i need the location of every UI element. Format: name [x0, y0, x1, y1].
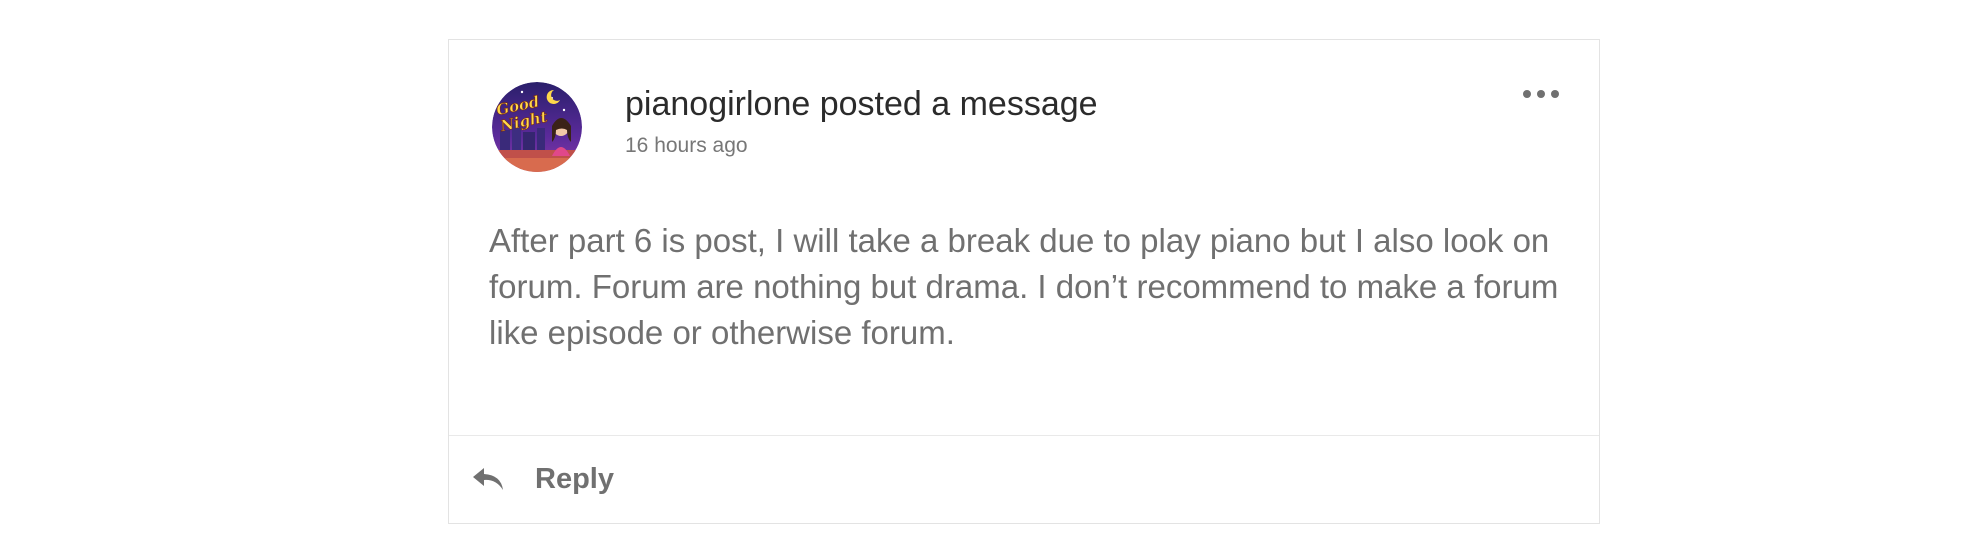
post-header: pianogirlone posted a message 16 hours a… [625, 82, 1098, 160]
message-body: After part 6 is post, I will take a brea… [489, 222, 1559, 351]
more-options-button[interactable] [1517, 78, 1565, 110]
ellipsis-icon [1523, 90, 1559, 98]
reply-button[interactable]: Reply [471, 450, 614, 508]
post-headline[interactable]: pianogirlone posted a message [625, 82, 1098, 126]
avatar[interactable]: Good Night [492, 82, 582, 172]
message-card: Good Night pianogirlone posted a message… [448, 39, 1600, 524]
post-timestamp: 16 hours ago [625, 134, 748, 157]
reply-arrow-icon [473, 468, 503, 490]
reply-label: Reply [535, 462, 614, 495]
avatar-image: Good Night [492, 82, 582, 172]
message-footer: Reply [449, 435, 1599, 523]
